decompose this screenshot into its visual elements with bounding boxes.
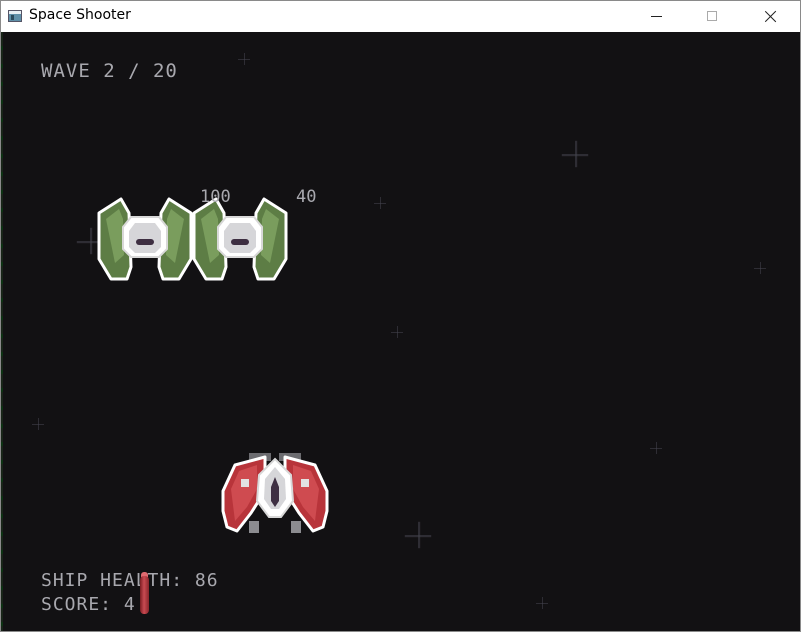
score-counter: SCORE: 4 [41, 594, 136, 615]
enemy-ship [192, 197, 288, 281]
window-title: Space Shooter [29, 7, 131, 23]
window-edge [1, 32, 3, 631]
damage-number: 100 [200, 187, 231, 207]
game-canvas[interactable]: WAVE 2 / 20 100 40 SHIP HEALTH: 86 SCORE… [1, 32, 800, 631]
ship-health: SHIP HEALTH: 86 [41, 570, 219, 591]
star-icon [32, 418, 44, 430]
close-button[interactable] [747, 1, 793, 32]
app-icon [8, 10, 22, 22]
close-icon [764, 10, 777, 23]
star-icon [754, 262, 766, 274]
maximize-icon [707, 11, 717, 21]
minimize-button[interactable] [633, 1, 679, 32]
star-icon [561, 140, 589, 168]
star-icon [404, 521, 432, 549]
maximize-button[interactable] [690, 1, 736, 32]
damage-number: 40 [296, 187, 317, 207]
star-icon [650, 442, 662, 454]
star-icon [238, 53, 250, 65]
star-icon [536, 597, 548, 609]
enemy-ship [97, 197, 193, 281]
minimize-icon [651, 16, 662, 17]
player-ship [221, 453, 329, 533]
missile-projectile [140, 576, 149, 614]
star-icon [391, 326, 403, 338]
wave-counter: WAVE 2 / 20 [41, 60, 178, 82]
game-window: Space Shooter WAVE 2 / 20 100 40 SHIP HE… [0, 0, 801, 632]
title-bar[interactable]: Space Shooter [1, 1, 800, 32]
star-icon [374, 197, 386, 209]
